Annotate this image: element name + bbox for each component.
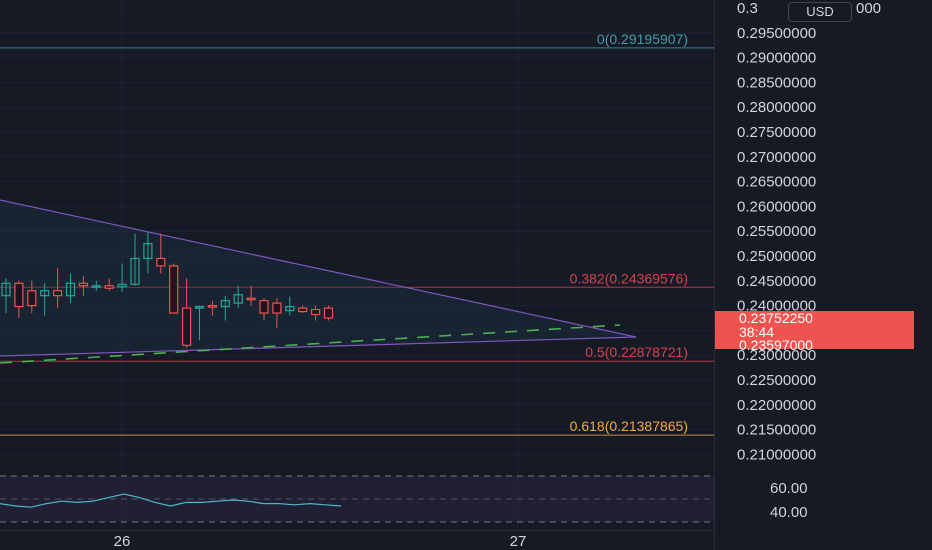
price-tick-label: 0.22500000 xyxy=(737,372,816,389)
price-tick-label: 0.26000000 xyxy=(737,198,816,215)
fib-level-label: 0(0.29195907) xyxy=(597,31,688,47)
bar-countdown: 38:44 xyxy=(739,323,775,340)
candle-body xyxy=(169,265,179,314)
price-tick-label: 0.28500000 xyxy=(737,74,816,91)
rsi-pane: 60.00 40.00 xyxy=(0,475,808,523)
candle-body xyxy=(323,307,334,319)
candle xyxy=(323,305,334,321)
price-tick-label: 0.28000000 xyxy=(737,99,816,116)
price-tick-label: 0.29000000 xyxy=(737,50,816,67)
price-tick-label-tail: 000 xyxy=(856,0,881,17)
price-tick-label: 0.27000000 xyxy=(737,149,816,166)
price-tick-label: 0.25500000 xyxy=(737,223,816,240)
price-tick-label: 0.24500000 xyxy=(737,273,816,290)
candle-body xyxy=(272,302,282,314)
price-tick-label: 0.29500000 xyxy=(737,25,816,42)
price-tick-label: 0.3 xyxy=(737,0,758,17)
price-tick-label: 0.26500000 xyxy=(737,174,816,191)
price-tick-label: 0.25000000 xyxy=(737,248,816,265)
currency-button[interactable]: USD xyxy=(788,2,852,22)
candle-body xyxy=(156,257,166,267)
candle-body xyxy=(207,305,217,308)
candle-body xyxy=(52,290,63,297)
low-price-value: 0.23597000 xyxy=(739,337,813,354)
candle-body xyxy=(104,285,114,289)
candle-body xyxy=(78,282,89,287)
time-tick-label: 27 xyxy=(510,533,527,550)
candle-body xyxy=(311,308,321,316)
fib-level-label: 0.382(0.24369576) xyxy=(570,270,688,286)
price-tick-label: 0.22000000 xyxy=(737,397,816,414)
candle-body xyxy=(27,290,37,307)
candle-body xyxy=(182,307,192,346)
rsi-tick-label: 40.00 xyxy=(770,504,808,521)
candle xyxy=(169,263,179,314)
candle-body xyxy=(246,297,256,301)
price-tick-label: 0.21500000 xyxy=(737,422,816,439)
time-tick-label: 26 xyxy=(114,533,131,550)
fib-level-label: 0.5(0.22878721) xyxy=(585,344,688,360)
price-tick-label: 0.21000000 xyxy=(737,446,816,463)
fib-level-label: 0.618(0.21387865) xyxy=(570,418,688,434)
candle-body xyxy=(298,307,308,313)
candle-body xyxy=(259,300,269,314)
price-tick-label: 0.27500000 xyxy=(737,124,816,141)
last-price-value: 0.23752250 xyxy=(739,310,813,326)
last-price-tag: 0.23752250 38:44 0.23597000 xyxy=(715,310,914,354)
candle-body xyxy=(14,282,24,308)
trading-chart[interactable]: 0(0.29195907) 0.382(0.24369576) 0.5(0.2287… xyxy=(0,0,932,550)
rsi-tick-label: 60.00 xyxy=(770,480,808,497)
